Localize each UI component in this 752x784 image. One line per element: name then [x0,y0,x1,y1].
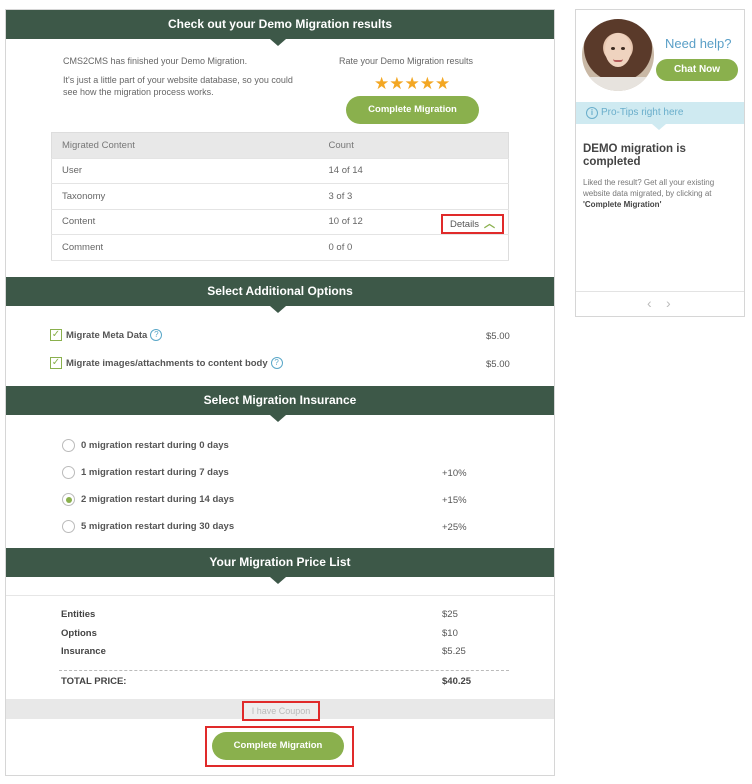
price-label: Insurance [61,646,106,657]
insurance-label: 1 migration restart during 7 days [81,467,229,479]
options-header: Select Additional Options [6,277,554,313]
tip-body-bold: 'Complete Migration' [583,200,662,209]
option-label: Migrate Meta Data [66,330,148,341]
protips-notch [652,124,666,130]
insurance-pct: +10% [442,468,467,479]
row-label: User [51,158,319,184]
total-value: $40.25 [442,676,472,687]
finished-text: CMS2CMS has finished your Demo Migration… [63,56,248,66]
price-label: Entities [61,609,96,620]
radio-unselected-icon[interactable] [62,520,75,533]
chevron-right-icon[interactable]: › [666,295,671,311]
checkbox-checked-icon[interactable]: ✓ [50,329,62,342]
insurance-pct: +25% [442,522,467,533]
tips-pager: ‹ › [576,291,744,316]
help-icon[interactable]: ? [150,329,163,342]
part-text: It's just a little part of your website … [63,75,293,97]
table-row: User 14 of 14 [51,158,509,184]
price-label: Options [61,628,97,639]
col-migrated-content: Migrated Content [51,132,319,159]
complete-migration-highlight: Complete Migration [205,726,354,767]
table-row: Comment 0 of 0 [51,234,509,261]
complete-migration-button-bottom[interactable]: Complete Migration [212,732,344,760]
checkbox-checked-icon[interactable]: ✓ [50,357,62,370]
divider [6,595,554,596]
coupon-link[interactable]: I have Coupon [242,701,320,721]
protips-label: Pro-Tips right here [601,107,684,118]
header-notch [270,306,286,313]
option-label: Migrate images/attachments to content bo… [66,358,268,369]
avatar-mouth [613,59,623,62]
chevron-left-icon[interactable]: ‹ [647,295,652,311]
insurance-pct: +15% [442,495,467,506]
insurance-label: 0 migration restart during 0 days [81,440,229,452]
details-toggle-button[interactable]: Details ︿ [441,214,504,234]
support-avatar [582,19,654,91]
options-header-title: Select Additional Options [207,284,353,298]
option-images-attachments[interactable]: ✓ Migrate images/attachments to content b… [50,357,283,373]
table-row: Taxonomy 3 of 3 [51,183,509,210]
results-header: Check out your Demo Migration results [6,10,554,46]
tip-body-text: Liked the result? Get all your existing … [583,178,715,198]
row-label: Taxonomy [51,183,319,210]
total-divider [59,670,509,671]
header-notch [270,415,286,422]
col-count: Count [318,132,509,159]
complete-migration-button-top[interactable]: Complete Migration [346,96,479,124]
migrated-content-table: Migrated Content Count User 14 of 14 Tax… [51,132,509,261]
row-count: 3 of 3 [318,183,509,210]
radio-unselected-icon[interactable] [62,439,75,452]
insurance-option[interactable]: 1 migration restart during 7 days [62,466,229,480]
radio-unselected-icon[interactable] [62,466,75,479]
avatar-shoulders [582,77,654,91]
row-count: 14 of 14 [318,158,509,184]
chat-now-button[interactable]: Chat Now [656,59,738,81]
insurance-label: 2 migration restart during 14 days [81,494,235,506]
table-row: Content 10 of 12 [51,209,509,235]
total-label: TOTAL PRICE: [61,676,127,687]
info-icon: i [586,107,598,119]
insurance-label: 5 migration restart during 30 days [81,521,235,533]
need-help-text: Need help? [665,36,732,51]
protips-bar: i Pro-Tips right here [576,102,744,130]
avatar-eye [611,47,615,50]
row-label: Content [51,209,319,235]
avatar-eye [621,47,625,50]
tip-title: DEMO migration is completed [583,143,686,168]
option-price: $5.00 [486,359,510,370]
rating-stars[interactable]: ★★★★★ [374,74,450,94]
insurance-option[interactable]: 2 migration restart during 14 days [62,493,234,507]
table-header-row: Migrated Content Count [51,132,509,159]
header-notch [270,577,286,584]
row-label: Comment [51,234,319,261]
help-sidebar: Need help? Chat Now i Pro-Tips right here… [575,9,745,317]
radio-selected-icon[interactable] [62,493,75,506]
price-value: $10 [442,628,458,639]
rate-text: Rate your Demo Migration results [339,56,474,66]
option-price: $5.00 [486,331,510,342]
migration-results-panel: Check out your Demo Migration results CM… [5,9,555,776]
tip-body: Liked the result? Get all your existing … [583,177,738,210]
price-value: $5.25 [442,646,466,657]
insurance-header-title: Select Migration Insurance [203,393,357,407]
price-value: $25 [442,609,458,620]
header-notch [270,39,286,46]
help-icon[interactable]: ? [270,357,283,370]
row-count: 0 of 0 [318,234,509,261]
price-list-header-title: Your Migration Price List [209,555,351,569]
insurance-header: Select Migration Insurance [6,386,554,422]
insurance-option[interactable]: 0 migration restart during 0 days [62,439,229,453]
chevron-up-icon: ︿ [484,218,496,230]
price-list-header: Your Migration Price List [6,548,554,584]
details-label: Details [450,219,480,230]
option-meta-data[interactable]: ✓ Migrate Meta Data? [50,329,163,345]
results-header-title: Check out your Demo Migration results [167,17,393,31]
insurance-option[interactable]: 5 migration restart during 30 days [62,520,234,534]
